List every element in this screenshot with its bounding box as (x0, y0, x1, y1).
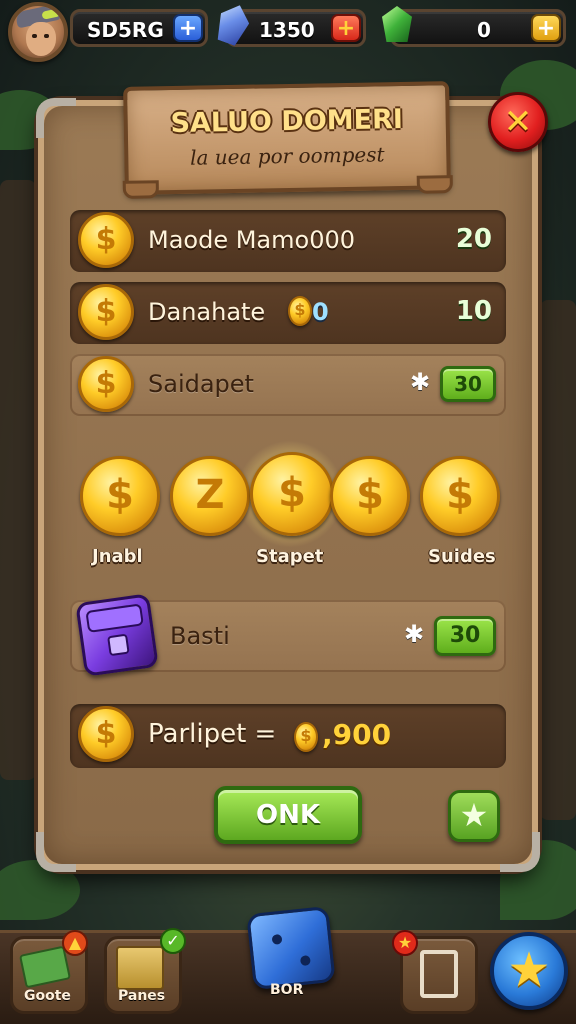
blue-gem-pill: 1350 + (226, 9, 366, 47)
coin-option[interactable]: Z (170, 456, 250, 536)
small-coin-icon: $ (288, 296, 312, 326)
star-icon: ★ (459, 796, 489, 834)
player-avatar[interactable] (8, 2, 68, 62)
reward-amount: 20 (455, 224, 492, 254)
reward-row: $ Maode Mamo000 20 (70, 210, 506, 272)
buy-blue-gems-button[interactable]: + (331, 14, 361, 42)
coin-option-label: Suides (428, 546, 496, 567)
chest-label: Basti (170, 622, 230, 650)
nav-label: BOR (270, 982, 304, 998)
total-value: ,900 (322, 718, 392, 751)
green-gem-count: 0 (477, 18, 491, 42)
title-banner: SALUO DOMERI la uea por oompest (122, 81, 453, 199)
background-tree-trunk (0, 180, 36, 780)
coin-option[interactable]: $ (330, 456, 410, 536)
coin-icon: $ (78, 212, 134, 268)
small-coin-icon: $ (294, 722, 318, 752)
coin-icon: $ (78, 284, 134, 340)
panel-corner (36, 832, 76, 872)
total-label: Parlipet = (148, 719, 277, 749)
inline-value: 0 (312, 298, 329, 326)
reward-label: Danahate (148, 298, 266, 326)
panel-subtitle: la uea por oompest (189, 142, 385, 170)
star-icon: ★ (507, 942, 551, 998)
coin-option-label: Jnabl (92, 546, 143, 567)
green-gem-pill: 0 + (390, 9, 566, 47)
coin-option[interactable]: $ (80, 456, 160, 536)
panel-corner (36, 98, 76, 138)
buy-green-gems-button[interactable]: + (531, 14, 561, 42)
door-icon (420, 950, 458, 998)
reward-label: Maode Mamo000 (148, 226, 356, 254)
sparkle-icon: ✱ (404, 620, 425, 648)
add-player-button[interactable]: + (173, 14, 203, 42)
reward-amount: 10 (455, 296, 492, 326)
star-badge-icon: ★ (392, 930, 418, 956)
reward-row: $ Saidapet ✱ 30 (70, 354, 506, 416)
scroll-end (416, 175, 453, 194)
close-button[interactable]: ✕ (488, 92, 548, 152)
favorite-button[interactable]: ★ (448, 790, 500, 842)
reward-row: $ Danahate $ 0 10 (70, 282, 506, 344)
alert-badge-icon: ▲ (62, 930, 88, 956)
player-code: SD5RG (87, 18, 164, 42)
background-tree-trunk (540, 300, 576, 820)
coin-option-selected[interactable]: $ (250, 452, 334, 536)
nav-label: Goote (24, 988, 71, 1004)
sparkle-icon: ✱ (410, 368, 431, 396)
coin-icon: $ (78, 356, 134, 412)
player-code-pill: SD5RG + (70, 9, 208, 47)
dice-icon[interactable] (246, 905, 336, 991)
coin-option-label: Stapet (256, 546, 324, 567)
box-icon (116, 946, 164, 990)
scroll-end (122, 180, 160, 199)
reward-label: Saidapet (148, 370, 254, 398)
check-badge-icon: ✓ (160, 928, 186, 954)
total-row: $ Parlipet = $ ,900 (70, 704, 506, 768)
chest-icon (75, 593, 159, 677)
top-bar: SD5RG + 1350 + 0 + (0, 0, 576, 62)
claim-button[interactable]: 30 (440, 366, 496, 402)
coin-icon: $ (78, 706, 134, 762)
chest-claim-button[interactable]: 30 (434, 616, 496, 656)
panel-title: SALUO DOMERI (170, 103, 404, 140)
star-menu-button[interactable]: ★ (490, 932, 568, 1010)
coin-option[interactable]: $ (420, 456, 500, 536)
nav-label: Panes (118, 988, 166, 1004)
blue-gem-count: 1350 (259, 18, 315, 42)
panel-corner (500, 832, 540, 872)
ok-button[interactable]: ONK (214, 786, 362, 844)
